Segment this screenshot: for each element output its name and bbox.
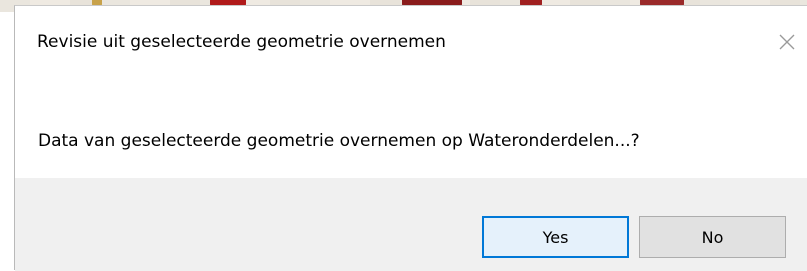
dialog-title: Revisie uit geselecteerde geometrie over… (37, 32, 446, 52)
dialog-titlebar: Revisie uit geselecteerde geometrie over… (15, 6, 807, 86)
close-button[interactable] (773, 28, 801, 56)
dialog-button-bar: Yes No (15, 178, 807, 271)
close-icon (779, 34, 795, 50)
yes-button[interactable]: Yes (482, 216, 629, 258)
message-dialog: Revisie uit geselecteerde geometrie over… (14, 5, 807, 271)
dialog-message: Data van geselecteerde geometrie overnem… (38, 131, 640, 151)
no-button[interactable]: No (639, 216, 786, 258)
